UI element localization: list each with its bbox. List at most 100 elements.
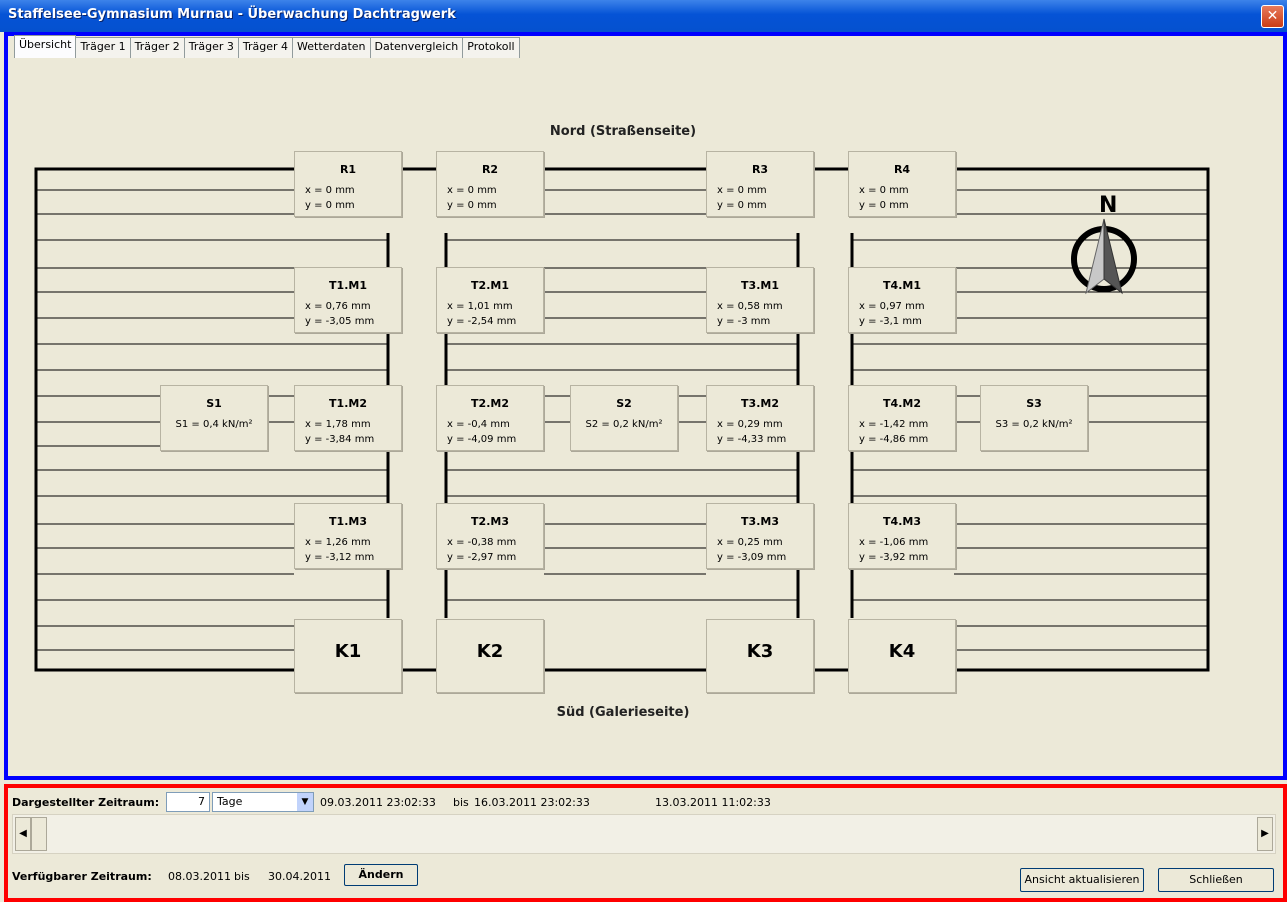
node-title: R1 <box>339 163 357 176</box>
range-current: 13.03.2011 11:02:33 <box>655 796 771 809</box>
scroll-thumb[interactable] <box>31 817 47 851</box>
node-x-value: x = 0 mm <box>859 185 909 196</box>
node-k1[interactable]: K1 <box>294 619 402 693</box>
available-bis: bis <box>234 870 250 883</box>
node-y-value: y = -4,09 mm <box>447 434 517 445</box>
node-x-value: x = 0,76 mm <box>305 301 371 312</box>
node-x-value: x = 0,97 mm <box>859 301 925 312</box>
node-title: S3 <box>1026 397 1042 410</box>
node-title: S2 <box>616 397 632 410</box>
range-unit-value: Tage <box>217 795 243 808</box>
node-title: T3.M3 <box>741 515 779 528</box>
node-t2-m2[interactable]: T2.M2 x = -0,4 mm y = -4,09 mm <box>436 385 544 451</box>
node-t3-m3[interactable]: T3.M3 x = 0,25 mm y = -3,09 mm <box>706 503 814 569</box>
node-k2[interactable]: K2 <box>436 619 544 693</box>
node-title: T3.M1 <box>741 279 779 292</box>
node-r2[interactable]: R2 x = 0 mm y = 0 mm <box>436 151 544 217</box>
node-title: T4.M3 <box>883 515 921 528</box>
node-y-value: y = -4,33 mm <box>717 434 787 445</box>
range-bis: bis <box>453 796 469 809</box>
node-title: T1.M1 <box>329 279 367 292</box>
time-range-panel: Dargestellter Zeitraum: 7 Tage ▼ 09.03.2… <box>4 784 1287 902</box>
node-y-value: y = -3,09 mm <box>717 552 787 563</box>
node-k4[interactable]: K4 <box>848 619 956 693</box>
node-x-value: x = 0,25 mm <box>717 537 783 548</box>
node-title: K1 <box>334 641 362 662</box>
available-range-label: Verfügbarer Zeitraum: <box>12 870 152 883</box>
node-y-value: y = -2,54 mm <box>447 316 517 327</box>
node-y-value: y = 0 mm <box>447 200 497 211</box>
node-x-value: x = 1,01 mm <box>447 301 513 312</box>
node-t3-m1[interactable]: T3.M1 x = 0,58 mm y = -3 mm <box>706 267 814 333</box>
range-to: 16.03.2011 23:02:33 <box>474 796 590 809</box>
node-y-value: y = -2,97 mm <box>447 552 517 563</box>
node-y-value: y = 0 mm <box>717 200 767 211</box>
node-y-value: y = -3,84 mm <box>305 434 375 445</box>
node-r1[interactable]: R1 x = 0 mm y = 0 mm <box>294 151 402 217</box>
node-load-value: S3 = 0,2 kN/m² <box>995 419 1073 430</box>
node-y-value: y = -3,05 mm <box>305 316 375 327</box>
node-x-value: x = 1,26 mm <box>305 537 371 548</box>
node-title: S1 <box>206 397 222 410</box>
node-s2[interactable]: S2 S2 = 0,2 kN/m² <box>570 385 678 451</box>
displayed-range-label: Dargestellter Zeitraum: <box>12 796 160 809</box>
node-t3-m2[interactable]: T3.M2 x = 0,29 mm y = -4,33 mm <box>706 385 814 451</box>
node-title: R3 <box>751 163 769 176</box>
node-load-value: S1 = 0,4 kN/m² <box>175 419 253 430</box>
node-title: K4 <box>888 641 916 662</box>
node-title: R2 <box>481 163 499 176</box>
node-t2-m1[interactable]: T2.M1 x = 1,01 mm y = -2,54 mm <box>436 267 544 333</box>
node-t1-m2[interactable]: T1.M2 x = 1,78 mm y = -3,84 mm <box>294 385 402 451</box>
node-x-value: x = 0 mm <box>305 185 355 196</box>
node-t4-m3[interactable]: T4.M3 x = -1,06 mm y = -3,92 mm <box>848 503 956 569</box>
node-title: K3 <box>746 641 774 662</box>
time-scrollbar[interactable]: ◀ ▶ <box>12 814 1276 854</box>
node-t2-m3[interactable]: T2.M3 x = -0,38 mm y = -2,97 mm <box>436 503 544 569</box>
node-y-value: y = -4,86 mm <box>859 434 929 445</box>
node-title: T2.M3 <box>471 515 509 528</box>
node-x-value: x = 0,29 mm <box>717 419 783 430</box>
node-title: T1.M3 <box>329 515 367 528</box>
compass-letter: N <box>1099 193 1118 218</box>
node-x-value: x = 1,78 mm <box>305 419 371 430</box>
node-t4-m2[interactable]: T4.M2 x = -1,42 mm y = -4,86 mm <box>848 385 956 451</box>
node-s1[interactable]: S1 S1 = 0,4 kN/m² <box>160 385 268 451</box>
scroll-right-icon[interactable]: ▶ <box>1257 817 1273 851</box>
node-y-value: y = -3,1 mm <box>859 316 922 327</box>
node-x-value: x = -1,06 mm <box>859 537 929 548</box>
node-y-value: y = 0 mm <box>859 200 909 211</box>
node-x-value: x = 0 mm <box>717 185 767 196</box>
node-t1-m1[interactable]: T1.M1 x = 0,76 mm y = -3,05 mm <box>294 267 402 333</box>
node-y-value: y = 0 mm <box>305 200 355 211</box>
node-s3[interactable]: S3 S3 = 0,2 kN/m² <box>980 385 1088 451</box>
node-t1-m3[interactable]: T1.M3 x = 1,26 mm y = -3,12 mm <box>294 503 402 569</box>
range-unit-select[interactable]: Tage ▼ <box>212 792 314 812</box>
node-y-value: y = -3,12 mm <box>305 552 375 563</box>
node-title: T4.M2 <box>883 397 921 410</box>
node-t4-m1[interactable]: T4.M1 x = 0,97 mm y = -3,1 mm <box>848 267 956 333</box>
node-title: R4 <box>893 163 911 176</box>
node-y-value: y = -3 mm <box>717 316 771 327</box>
available-from: 08.03.2011 <box>168 870 231 883</box>
node-x-value: x = 0 mm <box>447 185 497 196</box>
node-title: T2.M1 <box>471 279 509 292</box>
node-title: T2.M2 <box>471 397 509 410</box>
range-amount-input[interactable]: 7 <box>166 792 210 812</box>
chevron-down-icon[interactable]: ▼ <box>297 793 313 811</box>
node-k3[interactable]: K3 <box>706 619 814 693</box>
node-load-value: S2 = 0,2 kN/m² <box>585 419 663 430</box>
node-title: T4.M1 <box>883 279 921 292</box>
close-button[interactable]: Schließen <box>1158 868 1274 892</box>
node-r4[interactable]: R4 x = 0 mm y = 0 mm <box>848 151 956 217</box>
refresh-view-button[interactable]: Ansicht aktualisieren <box>1020 868 1144 892</box>
scroll-left-icon[interactable]: ◀ <box>15 817 31 851</box>
node-title: T1.M2 <box>329 397 367 410</box>
change-range-button[interactable]: Ändern <box>344 864 418 886</box>
node-title: T3.M2 <box>741 397 779 410</box>
node-r3[interactable]: R3 x = 0 mm y = 0 mm <box>706 151 814 217</box>
range-from: 09.03.2011 23:02:33 <box>320 796 436 809</box>
node-y-value: y = -3,92 mm <box>859 552 929 563</box>
south-label: Süd (Galerieseite) <box>556 705 690 720</box>
north-label: Nord (Straßenseite) <box>549 124 697 139</box>
node-x-value: x = 0,58 mm <box>717 301 783 312</box>
